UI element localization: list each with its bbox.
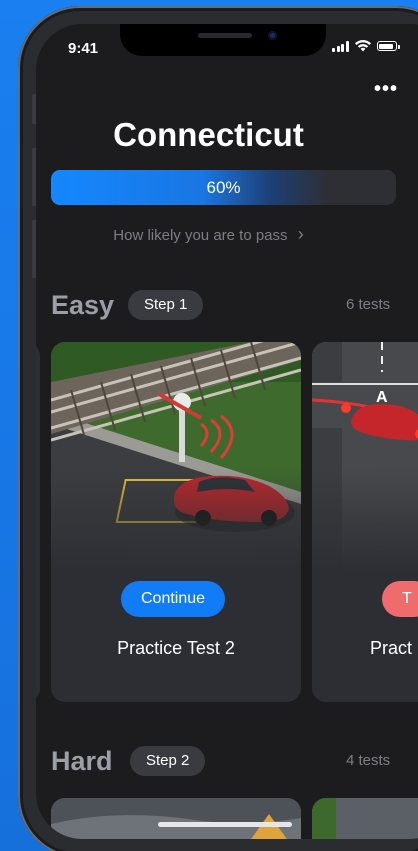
test-count-hard: 4 tests [346,752,391,769]
chevron-right-icon: › [297,224,304,244]
app-screen: 9:41 ••• Connecticut 60% How likely you … [36,24,418,839]
front-camera [268,31,277,40]
start-button[interactable]: T [382,581,418,617]
section-title-hard: Hard [51,746,113,776]
progress-percent: 60% [206,178,241,197]
status-icons [332,40,400,52]
test-count-easy: 6 tests [346,296,391,313]
rail-crossing-illustration [51,342,301,572]
status-time: 9:41 [68,40,99,57]
card-title: Practice Test 2 [117,638,235,658]
step-badge-1: Step 1 [128,290,204,320]
practice-test-card-next[interactable]: A T Pract [312,342,418,702]
page-title: Connecticut [113,116,304,153]
background: 9:41 ••• Connecticut 60% How likely you … [0,0,418,851]
hard-test-card-next[interactable] [312,798,418,839]
pass-likelihood-link[interactable]: How likely you are to pass › [36,224,381,245]
pass-likelihood-text: How likely you are to pass [113,227,288,244]
battery-icon [376,41,400,51]
step-badge-2: Step 2 [130,746,206,776]
road-illustration [312,798,418,839]
more-options-button[interactable]: ••• [374,78,398,101]
cellular-signal-icon [332,40,349,52]
section-title-easy: Easy [51,290,115,320]
storm-illustration [51,798,301,839]
speaker [198,33,252,38]
intersection-illustration: A [312,342,418,572]
card-title: Pract [370,638,413,658]
pass-likelihood-bar: 60% [51,170,396,205]
practice-test-card[interactable]: Continue Practice Test 2 [51,342,301,702]
continue-button[interactable]: Continue [121,581,226,617]
home-indicator [158,822,292,827]
hard-test-card[interactable] [51,798,301,839]
wifi-icon [354,40,371,52]
notch [120,24,326,56]
practice-test-card-previous[interactable] [36,342,40,702]
